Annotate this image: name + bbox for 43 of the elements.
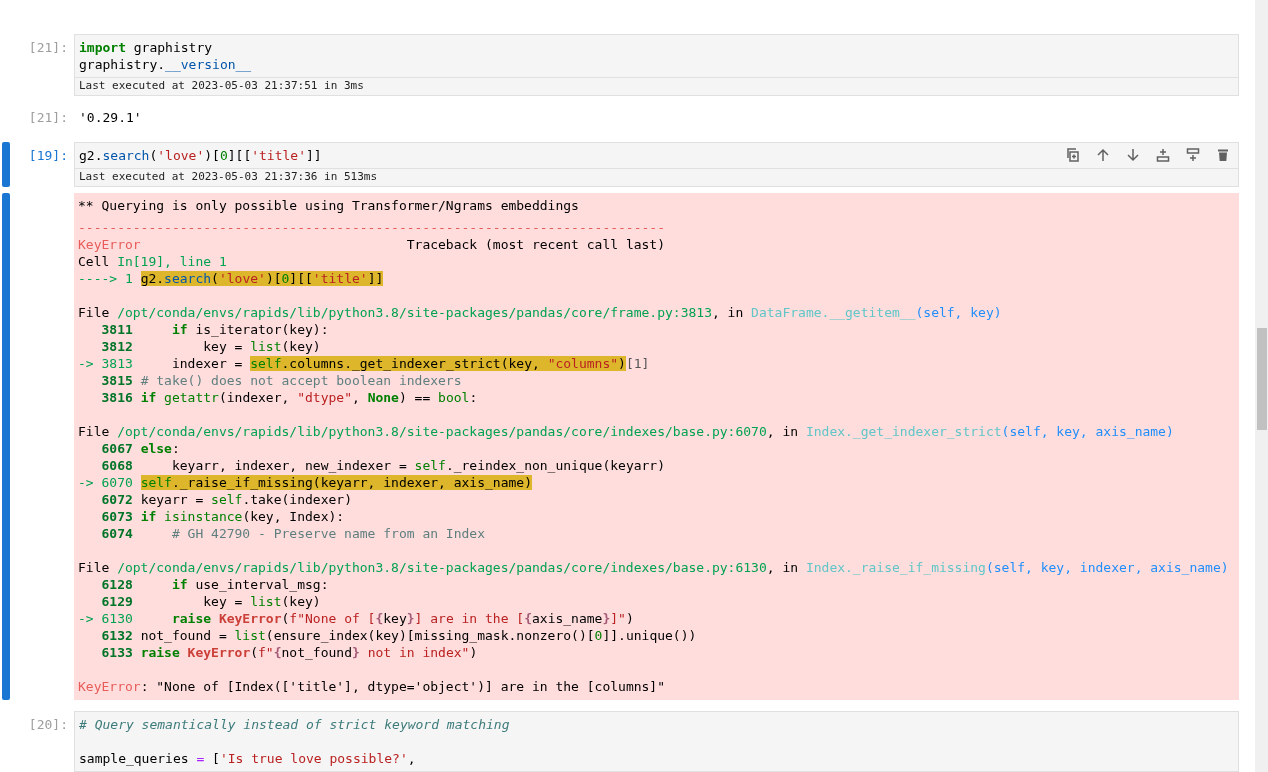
- traceback-line: 3815 # take() does not accept boolean indexers: [100, 372, 463, 389]
- traceback-line: File /opt/conda/envs/rapids/lib/python3.8/site-packages/pandas/core/indexes/base.py:6130, in Index._raise_if_missing(self, key, indexer, axis_name): [78, 559, 1230, 576]
- traceback-line: ---------------------------------------------------------------------------: [78, 219, 666, 236]
- execution-status: Last executed at 2023-05-03 21:37:51 in 3ms: [75, 77, 1238, 95]
- code-line: # Query semantically instead of strict keyword matching: [79, 716, 511, 733]
- traceback-line: Cell In[19], line 1: [78, 253, 228, 270]
- traceback-line: ** Querying is only possible using Transformer/Ngrams embeddings: [78, 197, 580, 214]
- traceback-line: -> 6070 self._raise_if_missing(keyarr, indexer, axis_name): [78, 474, 533, 491]
- traceback-line: -> 6130 raise KeyError(f"None of [{key}] are in the [{axis_name}]"): [78, 610, 635, 627]
- cell-prompt: [21]:: [27, 109, 69, 127]
- code-cell[interactable]: g2.search('love')[0][['title']] Last executed at 2023-05-03 21:37:36 in 513ms: [74, 142, 1239, 187]
- scrollbar-thumb[interactable]: [1257, 328, 1267, 430]
- code-line: g2.search('love')[0][['title']]: [79, 147, 323, 164]
- traceback-line: 6072 keyarr = self.take(indexer): [100, 491, 353, 508]
- traceback-line: 3812 key = list(key): [100, 338, 322, 355]
- traceback-line: 3811 if is_iterator(key):: [100, 321, 330, 338]
- scrollbar[interactable]: [1255, 0, 1268, 772]
- code-line: sample_queries = ['Is true love possible?',: [79, 750, 417, 767]
- traceback-line: ----> 1 g2.search('love')[0][['title']]: [78, 270, 385, 287]
- traceback-line: 6073 if isinstance(key, Index):: [100, 508, 346, 525]
- traceback-line: 6068 keyarr, indexer, new_indexer = self._reindex_non_unique(keyarr): [100, 457, 667, 474]
- traceback-line: File /opt/conda/envs/rapids/lib/python3.8/site-packages/pandas/core/frame.py:3813, in DataFrame.__getitem__(self, key): [78, 304, 1003, 321]
- traceback-line: -> 3813 indexer = self.columns._get_indexer_strict(key, "columns")[1]: [78, 355, 651, 372]
- traceback-line: 6129 key = list(key): [100, 593, 322, 610]
- cell-prompt: [20]:: [27, 716, 69, 734]
- output-text: '0.29.1': [78, 109, 143, 127]
- code-cell[interactable]: import graphistry graphistry.__version__ Last executed at 2023-05-03 21:37:51 in 3ms: [74, 34, 1239, 96]
- traceback-line: 3816 if getattr(indexer, "dtype", None) == bool:: [100, 389, 479, 406]
- execution-status: Last executed at 2023-05-03 21:37:36 in 513ms: [75, 168, 1238, 186]
- traceback-line: 6133 raise KeyError(f"{not_found} not in index"): [100, 644, 479, 661]
- traceback-line: 6067 else:: [100, 440, 181, 457]
- code-cell[interactable]: # Query semantically instead of strict keyword matching sample_queries = ['Is true love possible?',: [74, 711, 1239, 772]
- active-cell-indicator: [2, 142, 10, 187]
- traceback-line: KeyError: "None of [Index(['title'], dtype='object')] are in the [columns]": [78, 678, 666, 695]
- traceback-line: KeyError Traceback (most recent call last): [78, 236, 666, 253]
- traceback-line: 6128 if use_interval_msg:: [100, 576, 330, 593]
- cell-prompt: [21]:: [27, 39, 69, 57]
- traceback-line: File /opt/conda/envs/rapids/lib/python3.8/site-packages/pandas/core/indexes/base.py:6070, in Index._get_indexer_strict(self, key, axis_name): [78, 423, 1175, 440]
- code-line: graphistry.__version__: [79, 56, 253, 73]
- code-line: import graphistry: [79, 39, 214, 56]
- traceback-line: 6074 # GH 42790 - Preserve name from an Index: [100, 525, 486, 542]
- traceback-line: 6132 not_found = list(ensure_index(key)[missing_mask.nonzero()[0]].unique()): [100, 627, 698, 644]
- cell-prompt: [19]:: [27, 147, 69, 165]
